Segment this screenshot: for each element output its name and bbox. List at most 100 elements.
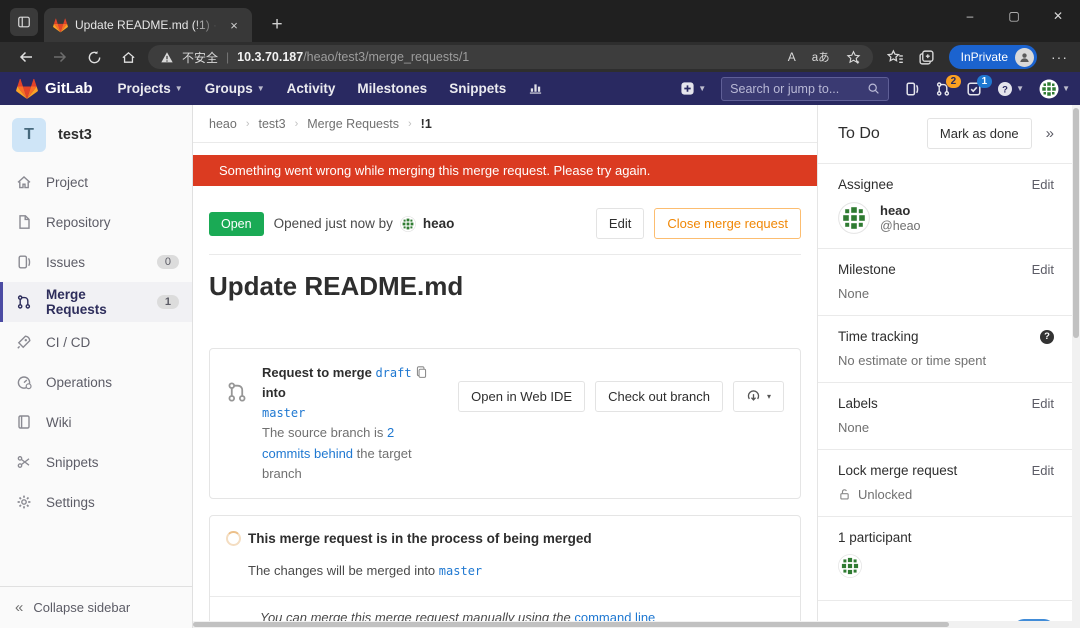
status-badge: Open <box>209 211 264 236</box>
todos-button[interactable]: 1 <box>966 74 993 97</box>
global-search[interactable] <box>721 76 890 101</box>
edit-button[interactable]: Edit <box>595 208 645 239</box>
inprivate-label: InPrivate <box>960 50 1008 64</box>
merge-state-heading: This merge request is in the process of … <box>248 530 592 546</box>
nav-item-groups[interactable]: Groups ▼ <box>194 81 276 96</box>
favorites-bar-icon[interactable] <box>886 48 904 66</box>
nav-item-activity[interactable]: Activity <box>276 81 347 96</box>
help-menu-button[interactable]: ? ▼ <box>997 81 1024 97</box>
new-tab-button[interactable]: + <box>264 12 290 38</box>
gitlab-navbar: GitLab Projects ▼ Groups ▼ Activity Milest… <box>0 72 1080 105</box>
browser-menu-button[interactable]: ··· <box>1051 49 1068 65</box>
merge-branch-icon <box>226 379 248 405</box>
collapse-sidebar-button[interactable]: « Collapse sidebar <box>0 586 192 628</box>
assignee-username: @heao <box>880 219 921 233</box>
chevron-down-icon: ▼ <box>1016 84 1025 93</box>
gitlab-brand[interactable]: GitLab <box>16 78 93 100</box>
vertical-scrollbar[interactable] <box>1072 105 1080 628</box>
nav-item-snippets[interactable]: Snippets <box>438 81 517 96</box>
collapse-right-sidebar-button[interactable]: » <box>1046 125 1054 142</box>
time-tracking-label: Time tracking <box>838 329 919 344</box>
gitlab-navbar-right: ▼ 2 1 ? ▼ ▼ <box>680 74 1070 101</box>
milestone-value: None <box>838 286 870 301</box>
todo-block: To Do Mark as done » <box>818 105 1072 164</box>
sidebar-item-snippets[interactable]: Snippets <box>0 442 192 482</box>
url-domain: 10.3.70.187 <box>237 50 304 64</box>
forward-button[interactable] <box>46 45 74 69</box>
help-icon[interactable]: ? <box>1040 329 1054 344</box>
tab-close-button[interactable]: × <box>225 16 243 34</box>
browser-tab[interactable]: Update README.md (!1) · Merge × <box>44 8 252 42</box>
scrollbar-thumb[interactable] <box>193 622 949 627</box>
gear-icon <box>16 494 32 510</box>
minimize-button[interactable]: – <box>948 0 992 32</box>
url-bar[interactable]: 不安全 | 10.3.70.187/heao/test3/merge_reque… <box>148 45 873 69</box>
browser-titlebar: Update README.md (!1) · Merge × + – ▢ ✕ <box>0 0 1080 42</box>
assignee-name: heao <box>880 203 911 218</box>
maximize-button[interactable]: ▢ <box>992 0 1036 32</box>
milestone-edit-link[interactable]: Edit <box>1032 262 1054 277</box>
issues-dashboard-button[interactable] <box>904 81 920 97</box>
download-dropdown-button[interactable]: ▾ <box>732 381 784 412</box>
home-button[interactable] <box>114 45 142 69</box>
breadcrumb-project[interactable]: test3 <box>258 117 285 131</box>
new-menu-button[interactable]: ▼ <box>680 81 706 96</box>
sidebar-item-ci-cd[interactable]: CI / CD <box>0 322 192 362</box>
copy-branch-icon[interactable] <box>415 366 428 379</box>
breadcrumb-merge-requests[interactable]: Merge Requests <box>307 117 399 131</box>
sidebar-item-wiki[interactable]: Wiki <box>0 402 192 442</box>
sidebar-item-operations[interactable]: Operations <box>0 362 192 402</box>
search-input[interactable] <box>730 81 862 96</box>
inprivate-badge[interactable]: InPrivate <box>948 45 1037 69</box>
book-icon <box>16 414 32 430</box>
user-menu-button[interactable]: ▼ <box>1039 79 1070 99</box>
target-branch-link[interactable]: master <box>439 564 482 578</box>
scrollbar-thumb[interactable] <box>1073 108 1079 338</box>
tab-workspaces-button[interactable] <box>10 8 38 36</box>
sidebar-item-repository[interactable]: Repository <box>0 202 192 242</box>
labels-value: None <box>838 420 870 435</box>
download-icon <box>747 390 760 401</box>
lock-edit-link[interactable]: Edit <box>1032 463 1054 478</box>
collections-icon[interactable] <box>918 49 935 66</box>
back-button[interactable] <box>12 45 40 69</box>
breadcrumb-group[interactable]: heao <box>209 117 237 131</box>
source-branch-link[interactable]: draft <box>375 366 411 380</box>
breadcrumb-separator: › <box>294 117 299 130</box>
sidebar-item-settings[interactable]: Settings <box>0 482 192 522</box>
refresh-button[interactable] <box>80 45 108 69</box>
not-secure-warning-icon <box>161 51 173 62</box>
gitlab-brand-name: GitLab <box>45 80 93 97</box>
participants-label: 1 participant <box>838 530 912 545</box>
merge-requests-dashboard-button[interactable]: 2 <box>935 74 962 97</box>
analytics-chart-icon[interactable] <box>517 81 554 96</box>
assignee-edit-link[interactable]: Edit <box>1032 177 1054 192</box>
page-body: T test3 Project Repository Issues 0 Merg… <box>0 105 1080 628</box>
author-name[interactable]: heao <box>423 216 455 231</box>
mr-title: Update README.md <box>209 271 464 301</box>
merge-request-icon <box>16 294 32 310</box>
security-label: 不安全 <box>182 50 219 65</box>
close-merge-request-button[interactable]: Close merge request <box>654 208 801 239</box>
translate-icon[interactable]: aあ <box>812 49 830 65</box>
read-aloud-icon[interactable]: A <box>788 50 796 64</box>
sidebar-item-merge-requests[interactable]: Merge Requests 1 <box>0 282 192 322</box>
project-avatar: T <box>12 118 46 152</box>
target-branch-link[interactable]: master <box>262 406 305 420</box>
checkout-branch-button[interactable]: Check out branch <box>595 381 723 412</box>
project-context[interactable]: T test3 <box>0 105 192 162</box>
participant-avatar[interactable] <box>838 554 862 578</box>
assignee-user[interactable]: heao @heao <box>838 202 1054 234</box>
close-window-button[interactable]: ✕ <box>1036 0 1080 32</box>
sidebar-item-project[interactable]: Project <box>0 162 192 202</box>
open-web-ide-button[interactable]: Open in Web IDE <box>458 381 586 412</box>
labels-edit-link[interactable]: Edit <box>1032 396 1054 411</box>
chevron-down-icon: ▼ <box>256 84 265 93</box>
sidebar-item-issues[interactable]: Issues 0 <box>0 242 192 282</box>
merge-state-main: This merge request is in the process of … <box>210 516 800 596</box>
nav-item-projects[interactable]: Projects ▼ <box>107 81 194 96</box>
mark-as-done-button[interactable]: Mark as done <box>926 118 1032 149</box>
horizontal-scrollbar[interactable] <box>193 621 1072 628</box>
nav-item-milestones[interactable]: Milestones <box>346 81 438 96</box>
add-favorite-icon[interactable] <box>846 49 861 65</box>
